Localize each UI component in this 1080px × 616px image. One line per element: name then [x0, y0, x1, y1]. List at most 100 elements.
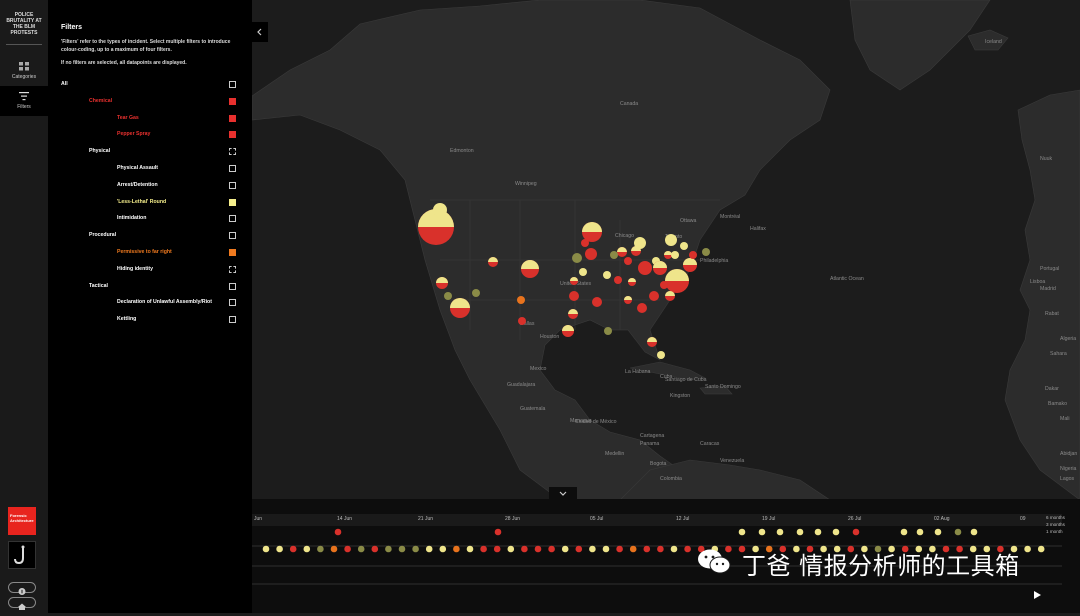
timeline-dot[interactable] — [425, 545, 433, 553]
timeline-dot[interactable] — [776, 528, 784, 536]
filter-checkbox[interactable] — [229, 299, 236, 307]
timeline-dot[interactable] — [385, 545, 392, 553]
timeline-dot[interactable] — [589, 545, 596, 553]
filter-item-label[interactable]: Tear Gas — [117, 113, 139, 123]
filter-item-label[interactable]: Pepper Spray — [117, 129, 150, 139]
timeline-dot[interactable] — [262, 545, 270, 553]
filter-checkbox[interactable] — [229, 131, 236, 139]
filter-item-label[interactable]: All — [61, 79, 68, 89]
filter-item-label[interactable]: Kettling — [117, 314, 136, 324]
timeline-dot[interactable] — [548, 545, 555, 553]
incident-marker[interactable] — [649, 291, 659, 301]
timeline-dot[interactable] — [357, 545, 365, 553]
incident-marker[interactable] — [517, 296, 525, 304]
incident-marker[interactable] — [433, 203, 447, 217]
filter-checkbox[interactable] — [229, 97, 236, 105]
timeline-dot[interactable] — [480, 545, 487, 553]
timeline-dot[interactable] — [439, 545, 447, 553]
timeline-dot[interactable] — [954, 528, 962, 536]
hook-icon[interactable] — [8, 541, 36, 569]
incident-marker[interactable] — [671, 251, 679, 259]
incident-marker[interactable] — [592, 297, 602, 307]
timeline-dot[interactable] — [398, 545, 406, 553]
incident-marker[interactable] — [614, 276, 622, 284]
timeline-dot[interactable] — [643, 545, 651, 553]
filter-item-label[interactable]: Declaration of Unlawful Assembly/Riot — [117, 297, 212, 307]
incident-marker[interactable] — [581, 239, 589, 247]
incident-marker[interactable] — [603, 271, 611, 279]
timeline-toggle[interactable] — [549, 487, 577, 499]
filter-checkbox[interactable] — [229, 165, 236, 172]
filter-item-label[interactable]: Tactical — [89, 281, 108, 291]
timeline-dot[interactable] — [670, 545, 678, 553]
timeline-dot[interactable] — [629, 545, 637, 553]
timeline-dot[interactable] — [832, 528, 840, 536]
filter-checkbox[interactable] — [229, 215, 236, 223]
timeline-dot[interactable] — [466, 545, 474, 553]
filter-item-label[interactable]: Intimidation — [117, 213, 146, 223]
incident-marker[interactable] — [472, 289, 480, 297]
timeline-dot[interactable] — [507, 545, 515, 553]
filter-item-label[interactable]: Permissive to far right — [117, 247, 172, 257]
timeline-dot[interactable] — [684, 545, 691, 553]
timeline-dot[interactable] — [934, 528, 942, 536]
filter-checkbox[interactable] — [229, 232, 236, 240]
timeline-dot[interactable] — [317, 545, 324, 553]
filter-item-label[interactable]: Hiding identity — [117, 264, 153, 274]
timeline-dot[interactable] — [900, 528, 908, 536]
filter-item-label[interactable]: 'Less-Lethal' Round — [117, 197, 166, 207]
timeline-dot[interactable] — [657, 545, 664, 553]
filter-checkbox[interactable] — [229, 282, 236, 290]
collapse-panel-button[interactable] — [252, 22, 268, 42]
timeline-dot[interactable] — [561, 545, 569, 553]
timeline-dot[interactable] — [852, 528, 860, 536]
filter-checkbox[interactable] — [229, 249, 236, 256]
home-button[interactable] — [8, 597, 36, 610]
timeline-dot[interactable] — [371, 545, 379, 553]
incident-marker[interactable] — [702, 248, 710, 256]
timeline-dot[interactable] — [534, 545, 542, 553]
filter-checkbox[interactable] — [229, 265, 236, 273]
timeline-dot[interactable] — [916, 528, 924, 536]
incident-marker[interactable] — [680, 242, 688, 250]
filter-item-label[interactable]: Physical — [89, 146, 110, 156]
incident-marker[interactable] — [585, 248, 597, 260]
filter-checkbox[interactable] — [229, 198, 236, 206]
filter-checkbox[interactable] — [229, 148, 236, 156]
timeline-dot[interactable] — [303, 545, 311, 553]
incident-marker[interactable] — [572, 253, 582, 263]
timeline-dot[interactable] — [738, 528, 746, 536]
timeline-dot[interactable] — [1037, 545, 1045, 553]
range-6-months[interactable]: 6 months — [1046, 515, 1065, 520]
timeline-dot[interactable] — [616, 545, 623, 553]
incident-marker[interactable] — [610, 251, 618, 259]
filter-item-label[interactable]: Chemical — [89, 96, 112, 106]
timeline-dot[interactable] — [344, 545, 351, 553]
incident-marker[interactable] — [657, 351, 665, 359]
timeline-dot[interactable] — [412, 545, 419, 553]
incident-marker[interactable] — [444, 292, 452, 300]
filter-item-label[interactable]: Procedural — [89, 230, 116, 240]
timeline-dot[interactable] — [493, 545, 501, 553]
timeline-dot[interactable] — [575, 545, 583, 553]
timeline-dot[interactable] — [758, 528, 766, 536]
incident-marker[interactable] — [604, 327, 612, 335]
timeline-dot[interactable] — [334, 528, 342, 536]
timeline-dot[interactable] — [276, 545, 283, 553]
categories-button[interactable]: Categories — [0, 56, 48, 86]
incident-marker[interactable] — [518, 317, 526, 325]
filter-checkbox[interactable] — [229, 316, 236, 324]
timeline-dot[interactable] — [330, 545, 338, 553]
filter-checkbox[interactable] — [229, 181, 236, 189]
incident-marker[interactable] — [637, 303, 647, 313]
timeline-dot[interactable] — [289, 545, 297, 553]
timeline-dot[interactable] — [970, 528, 978, 536]
filter-checkbox[interactable] — [229, 114, 236, 122]
play-button[interactable] — [1034, 591, 1041, 599]
incident-marker[interactable] — [665, 234, 677, 246]
timeline-dot[interactable] — [494, 528, 502, 536]
timeline-dot[interactable] — [814, 528, 822, 536]
timeline-dot[interactable] — [521, 545, 528, 553]
filters-button[interactable]: Filters — [0, 86, 48, 116]
incident-marker[interactable] — [638, 261, 652, 275]
